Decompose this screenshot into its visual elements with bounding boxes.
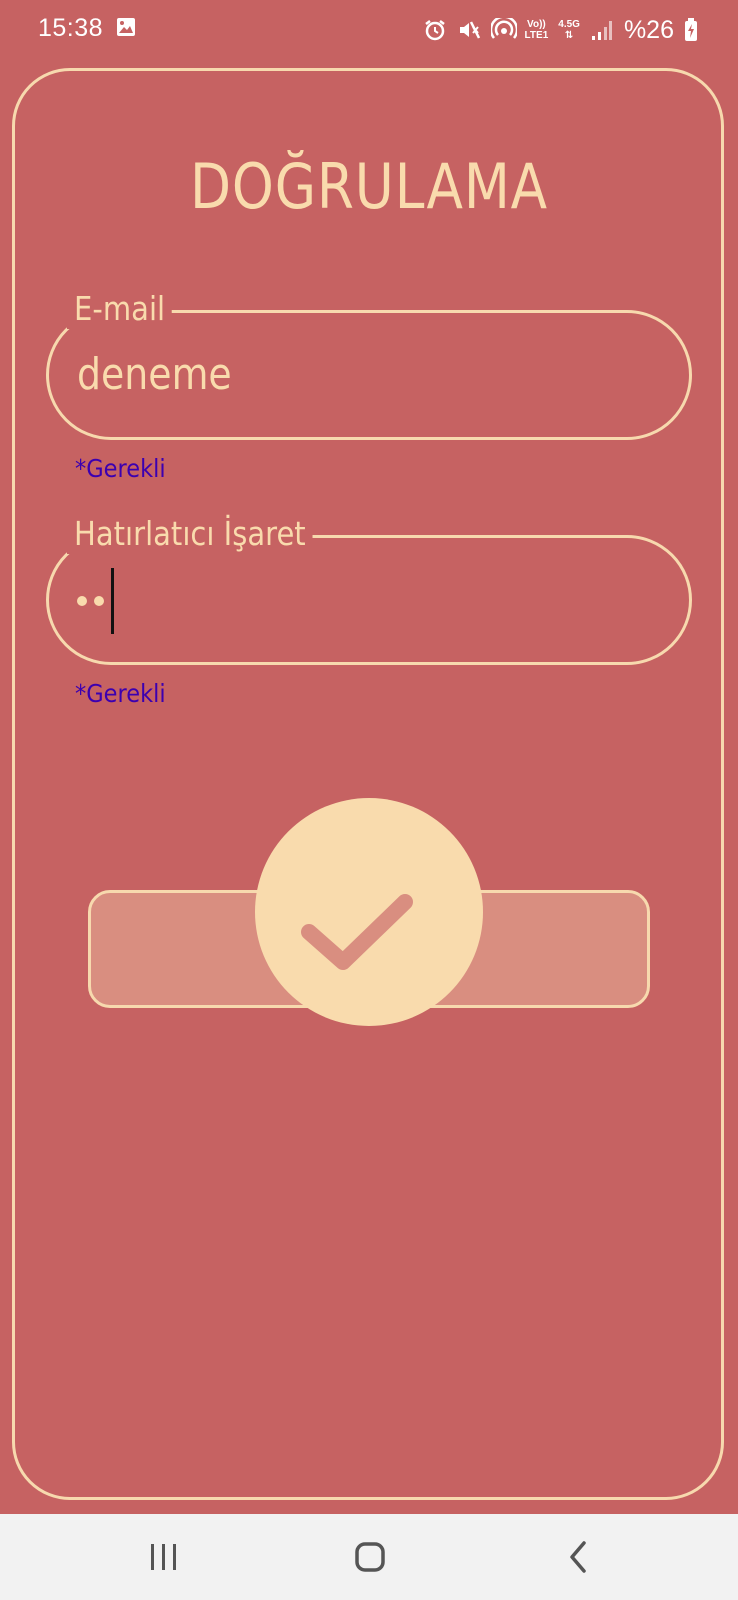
hint-helper-text: *Gerekli [75, 679, 166, 708]
back-button[interactable] [548, 1531, 608, 1583]
email-helper-text: *Gerekli [75, 454, 166, 483]
data-type-indicator: 4.5G ⇅ [558, 19, 580, 41]
status-icons: Vo)) LTE1 4.5G ⇅ %26 [423, 14, 698, 46]
back-icon [570, 1541, 586, 1573]
status-time: 15:38 [38, 14, 104, 42]
success-badge [255, 798, 483, 1026]
alarm-icon [423, 18, 447, 42]
text-cursor [111, 568, 114, 634]
home-button[interactable] [340, 1531, 400, 1583]
home-icon [355, 1542, 385, 1572]
recent-apps-button[interactable] [134, 1531, 194, 1583]
lte-label: LTE1 [524, 30, 549, 41]
network-indicator: Vo)) LTE1 [525, 19, 549, 41]
hotspot-icon [489, 15, 518, 42]
hint-field[interactable]: Hatırlatıcı İşaret [46, 514, 692, 665]
battery-percent: %26 [623, 15, 674, 44]
page-title: DOĞRULAMA [189, 150, 549, 223]
email-field-value[interactable]: deneme [77, 349, 232, 400]
verification-card [12, 68, 724, 1500]
masked-char [77, 596, 87, 606]
gallery-icon [116, 17, 136, 37]
navigation-bar [0, 1514, 738, 1600]
email-field-label: E-mail [67, 289, 173, 329]
hint-field-label: Hatırlatıcı İşaret [67, 514, 313, 554]
data-type-label: 4.5G [558, 19, 580, 30]
status-bar: 15:38 Vo)) LTE1 4.5G ⇅ %26 [0, 0, 738, 60]
email-field[interactable]: E-mail deneme [46, 289, 692, 440]
hint-field-masked-value[interactable] [77, 596, 104, 606]
mute-icon [457, 18, 481, 42]
checkmark-icon [301, 894, 413, 970]
signal-icon [590, 18, 614, 42]
data-arrows-icon: ⇅ [564, 30, 574, 41]
volte-label: Vo)) [527, 19, 546, 30]
masked-char [94, 596, 104, 606]
battery-charging-icon [684, 18, 698, 42]
recent-apps-icon [151, 1544, 176, 1570]
